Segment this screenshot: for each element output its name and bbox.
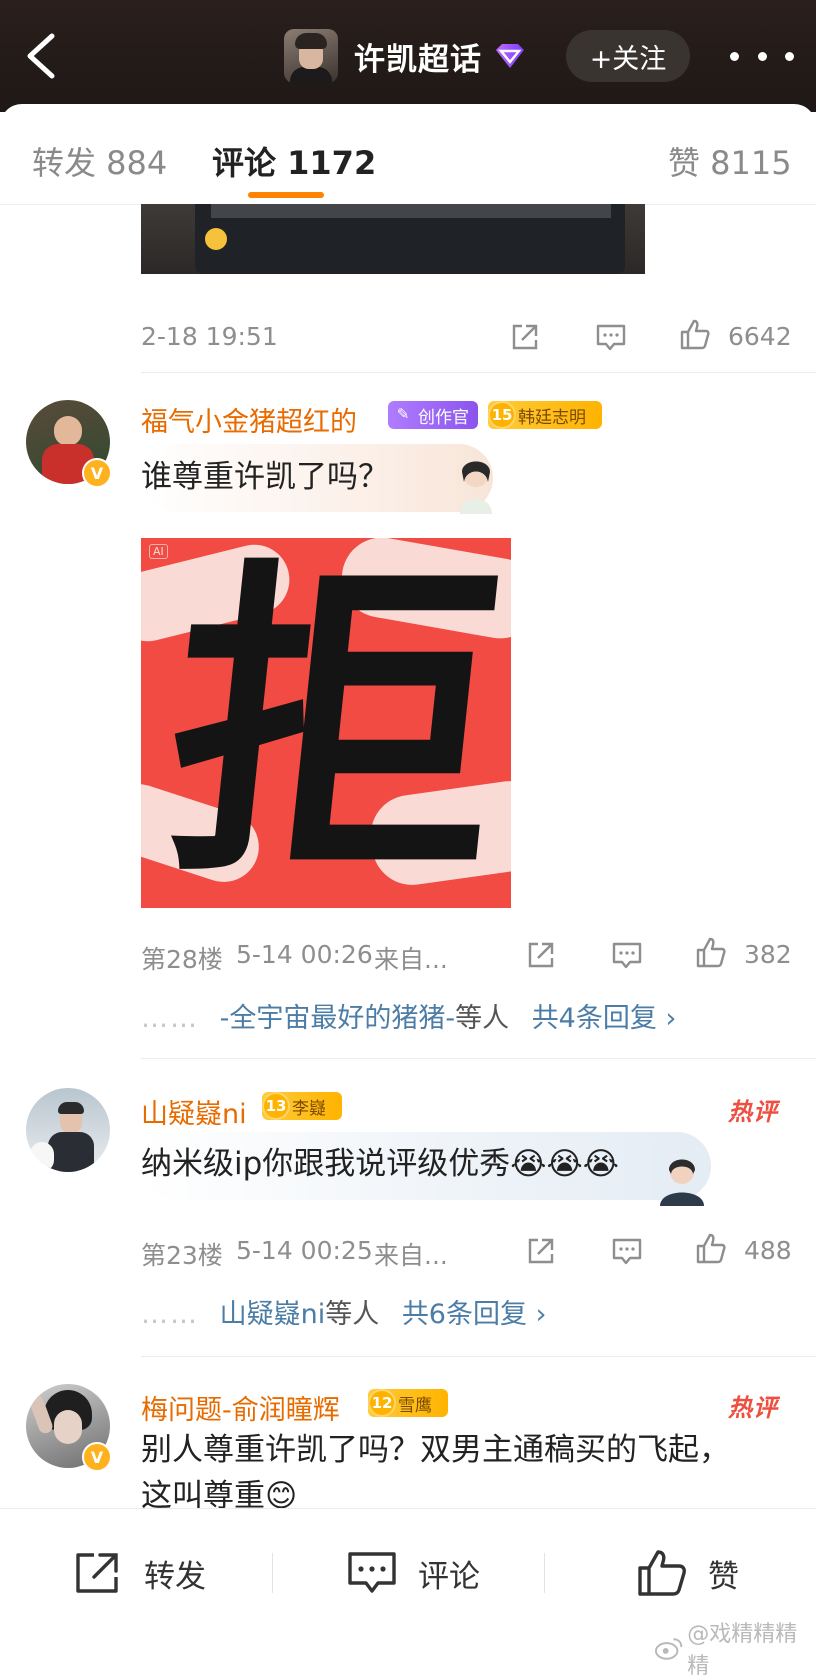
watermark-text: @戏精精精精 [687,1622,798,1679]
reply-dots: …… [141,1003,199,1034]
fan-level-badge: 15 韩廷志明 [488,401,602,429]
reply-mid-text: 等人 [325,1299,380,1330]
follow-button[interactable]: +关注 [566,30,690,82]
active-tab-indicator [248,192,324,198]
previous-comment-like-count: 6642 [728,322,792,351]
previous-comment-image[interactable] [141,204,645,274]
comment-icon[interactable] [610,938,644,972]
reply-summary[interactable]: …… -全宇宙最好的猪猪-等人 共4条回复 › [141,996,676,1035]
back-button[interactable] [22,30,62,82]
diamond-badge-icon [496,44,524,68]
share-icon[interactable] [508,320,542,354]
reply-total-link[interactable]: 共6条回复 › [402,1299,547,1330]
fan-level-number: 15 [488,401,516,429]
divider [141,1356,816,1357]
comment-source: 来自... [374,1241,448,1270]
comment-source: 来自... [374,945,448,974]
reply-mid-text: 等人 [455,1003,510,1034]
like-icon [638,1550,686,1596]
tab-repost[interactable]: 转发 884 [32,138,167,184]
avatar[interactable] [26,1088,110,1172]
fan-level-name: 雪鹰 [398,1395,432,1416]
comment-floor: 第28楼 [141,945,223,974]
comment-icon[interactable] [610,1234,644,1268]
like-icon[interactable] [694,1232,728,1266]
reply-names[interactable]: -全宇宙最好的猪猪- [220,1003,456,1034]
fan-level-name: 李嶷 [292,1098,326,1119]
fan-level-name: 韩廷志明 [518,407,586,428]
comment-time: 5-14 00:26 [236,940,373,969]
topic-avatar [284,29,338,83]
comment-username[interactable]: 山疑嶷ni [141,1092,247,1131]
share-icon[interactable] [524,1234,558,1268]
fan-level-number: 12 [368,1389,396,1417]
comment-image[interactable]: 拒 AI [141,538,511,908]
separator [272,1553,273,1593]
previous-comment-time: 2-18 19:51 [141,322,278,351]
comment-like-count: 382 [744,940,792,969]
watermark: @戏精精精精 [654,1616,816,1680]
bubble-character-icon [660,1159,704,1206]
creator-badge: ✎ 创作官 [388,401,478,429]
hot-comment-tag: 热评 [728,1098,778,1126]
like-label: 赞 [708,1558,739,1595]
reply-summary[interactable]: …… 山疑嶷ni等人 共6条回复 › [141,1292,546,1331]
verified-badge-icon: V [82,458,112,488]
divider [141,1058,816,1059]
share-icon[interactable] [524,938,558,972]
comment-icon [348,1552,396,1593]
bubble-character-icon [460,461,492,514]
creator-badge-icon: ✎ [396,405,410,423]
weibo-logo-icon [654,1638,683,1660]
verified-badge-icon: V [82,1442,112,1472]
comment-username[interactable]: 福气小金猪超红的 [141,400,357,439]
reply-total-link[interactable]: 共4条回复 › [532,1003,677,1034]
topic-title[interactable]: 许凯超话 [284,28,528,84]
tab-likes[interactable]: 赞 8115 [668,138,792,184]
repost-icon [76,1553,118,1593]
comment-time: 5-14 00:25 [236,1236,373,1265]
tab-comments[interactable]: 评论 1172 [212,138,376,184]
separator [544,1553,545,1593]
fan-level-number: 13 [262,1092,290,1120]
comment-icon[interactable] [594,320,628,354]
comment-text: 谁尊重许凯了吗？ [141,459,389,495]
fan-level-badge: 12 雪鹰 [368,1389,448,1417]
fan-level-badge: 13 李嶷 [262,1092,342,1120]
like-icon[interactable] [678,318,712,352]
comment-label: 评论 [418,1558,480,1595]
comment-username[interactable]: 梅问题-俞润瞳辉 [141,1388,340,1427]
ai-tag: AI [149,544,168,559]
creator-badge-label: 创作官 [418,407,469,428]
comment-floor: 第23楼 [141,1241,223,1270]
comment-text: 纳米级ip你跟我说评级优秀😭😭😭 [141,1146,619,1182]
top-bar: 许凯超话 +关注 [0,0,816,112]
image-character: 拒 [150,538,511,908]
hot-comment-tag: 热评 [728,1394,778,1422]
chevron-left-icon [27,33,55,79]
comment-like-count: 488 [744,1236,792,1265]
like-icon[interactable] [694,936,728,970]
tab-bar: 转发 884 评论 1172 赞 8115 [0,104,816,205]
divider [141,372,816,373]
comment-button[interactable]: 评论 [346,1545,480,1601]
repost-button[interactable]: 转发 [72,1545,206,1601]
like-button[interactable]: 赞 [636,1545,739,1601]
repost-label: 转发 [144,1558,206,1595]
more-dots-icon[interactable] [730,38,794,74]
topic-title-text: 许凯超话 [354,41,482,78]
reply-dots: …… [141,1299,199,1330]
comment-text-line-1: 别人尊重许凯了吗？双男主通稿买的飞起， [141,1432,730,1468]
reply-names[interactable]: 山疑嶷ni [220,1299,326,1330]
